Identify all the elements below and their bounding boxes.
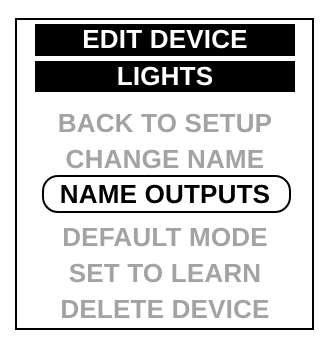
menu-item-delete-device[interactable]: DELETE DEVICE — [30, 292, 300, 326]
menu-item-default-mode[interactable]: DEFAULT MODE — [30, 220, 300, 254]
screen-title-bar: EDIT DEVICE — [35, 24, 295, 56]
menu-item-back-to-setup[interactable]: BACK TO SETUP — [30, 106, 300, 140]
menu-item-name-outputs[interactable]: NAME OUTPUTS — [30, 177, 300, 211]
menu-item-set-to-learn[interactable]: SET TO LEARN — [30, 256, 300, 290]
menu-item-label: NAME OUTPUTS — [59, 179, 271, 209]
menu-item-change-name[interactable]: CHANGE NAME — [30, 142, 300, 176]
menu-item-label: DELETE DEVICE — [60, 294, 270, 324]
menu-item-label: DEFAULT MODE — [62, 222, 268, 252]
menu-item-label: BACK TO SETUP — [57, 108, 273, 138]
device-name-bar: LIGHTS — [35, 61, 295, 92]
menu-item-label: CHANGE NAME — [65, 144, 265, 174]
menu-item-label: SET TO LEARN — [68, 258, 262, 288]
screen-title: EDIT DEVICE — [82, 24, 248, 54]
device-name: LIGHTS — [116, 61, 214, 91]
